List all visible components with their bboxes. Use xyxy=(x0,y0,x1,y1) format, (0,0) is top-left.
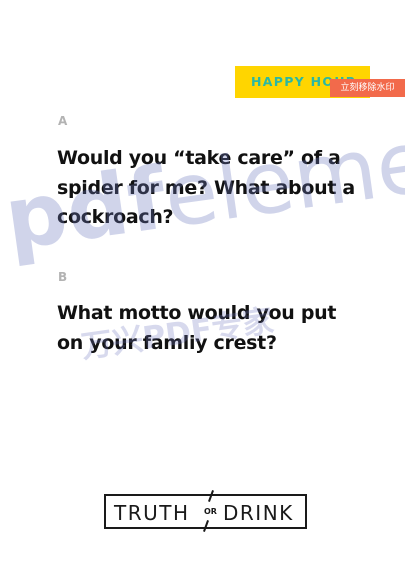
logo-truth: TRUTH xyxy=(114,501,190,525)
logo-drink: DRINK xyxy=(223,501,294,525)
logo-or: OR xyxy=(204,507,217,516)
question-b-letter: B xyxy=(58,270,68,284)
card-page: HAPPY HOUR A Would you “take care” of a … xyxy=(0,0,405,585)
question-b-text: What motto would you put on your famliy … xyxy=(57,302,337,354)
truth-or-drink-logo: TRUTH OR DRINK xyxy=(104,490,307,532)
logo-slash-top xyxy=(208,490,214,502)
question-a-letter: A xyxy=(58,114,68,128)
remove-watermark-button[interactable]: 立刻移除水印 xyxy=(330,79,405,97)
logo-slash-bottom xyxy=(203,520,209,532)
question-a-text: Would you “take care” of a spider for me… xyxy=(57,147,355,228)
